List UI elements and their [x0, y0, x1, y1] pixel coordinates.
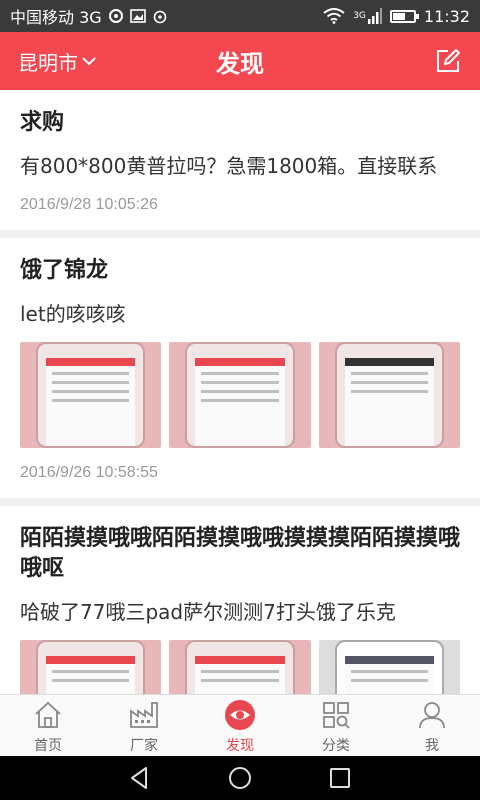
app-screen: 中国移动 3G 3G 11:32 昆明市 发现 求购 有800*800黄普拉吗？… [0, 0, 480, 800]
weibo-icon [153, 10, 166, 24]
app-header: 昆明市 发现 [0, 32, 480, 90]
post-image[interactable] [318, 342, 460, 448]
chevron-down-icon [82, 57, 96, 66]
tab-label: 我 [425, 738, 439, 754]
category-icon [323, 702, 350, 729]
post-image[interactable] [169, 342, 311, 448]
tab-label: 首页 [34, 738, 62, 754]
post-body: 哈破了77哦三pad萨尔测测7打头饿了乐克 [20, 600, 396, 624]
post-time: 2016/9/28 10:05:26 [20, 196, 158, 213]
discover-feed[interactable]: 求购 有800*800黄普拉吗？急需1800箱。直接联系 2016/9/28 1… [0, 90, 480, 694]
battery-icon [389, 9, 419, 23]
post-time: 2016/9/26 10:58:55 [20, 464, 158, 481]
post-card[interactable]: 饿了锦龙 let的咳咳咳 2016/9/26 10:58:55 [0, 238, 480, 498]
post-card[interactable]: 求购 有800*800黄普拉吗？急需1800箱。直接联系 2016/9/28 1… [0, 90, 480, 230]
post-title: 求购 [20, 110, 65, 135]
compose-icon[interactable] [434, 47, 462, 75]
factory-icon [130, 702, 158, 728]
post-image[interactable] [169, 640, 311, 694]
sync-icon [108, 9, 123, 23]
user-icon [419, 702, 445, 729]
post-card[interactable]: 陌陌摸摸哦哦陌陌摸摸哦哦摸摸摸陌陌摸摸哦哦呕 哈破了77哦三pad萨尔测测7打头… [0, 506, 480, 694]
post-image[interactable] [318, 640, 460, 694]
home-circle-icon[interactable] [226, 764, 254, 792]
image-icon [129, 9, 146, 23]
wifi-icon [323, 8, 345, 24]
post-image[interactable] [20, 342, 162, 448]
tab-home[interactable]: 首页 [0, 695, 96, 756]
tab-label: 厂家 [130, 738, 158, 754]
city-label: 昆明市 [18, 50, 78, 75]
post-images [20, 640, 460, 694]
tab-label: 发现 [226, 738, 254, 754]
status-time: 11:32 [423, 6, 470, 26]
post-title: 陌陌摸摸哦哦陌陌摸摸哦哦摸摸摸陌陌摸摸哦哦呕 [20, 526, 461, 581]
post-images [20, 342, 460, 448]
post-image[interactable] [20, 640, 162, 694]
network-type: 3G [353, 8, 382, 24]
tab-category[interactable]: 分类 [288, 695, 384, 756]
recent-apps-icon[interactable] [326, 764, 354, 792]
post-title: 饿了锦龙 [20, 258, 109, 283]
post-body: let的咳咳咳 [20, 302, 126, 326]
back-icon[interactable] [126, 764, 154, 792]
tab-label: 分类 [322, 738, 350, 754]
tab-me[interactable]: 我 [384, 695, 480, 756]
carrier-text: 中国移动 3G [10, 8, 102, 27]
status-bar: 中国移动 3G 3G 11:32 [0, 0, 480, 32]
post-body: 有800*800黄普拉吗？急需1800箱。直接联系 [20, 154, 438, 178]
tab-factory[interactable]: 厂家 [96, 695, 192, 756]
eye-icon [225, 700, 255, 730]
home-icon [35, 701, 61, 728]
tab-discover[interactable]: 发现 [192, 695, 288, 756]
signal-icon [367, 8, 382, 24]
city-selector[interactable]: 昆明市 [18, 32, 96, 90]
system-nav-bar [0, 756, 480, 800]
bottom-tab-bar: 首页 厂家 发现 分类 我 [0, 694, 480, 756]
